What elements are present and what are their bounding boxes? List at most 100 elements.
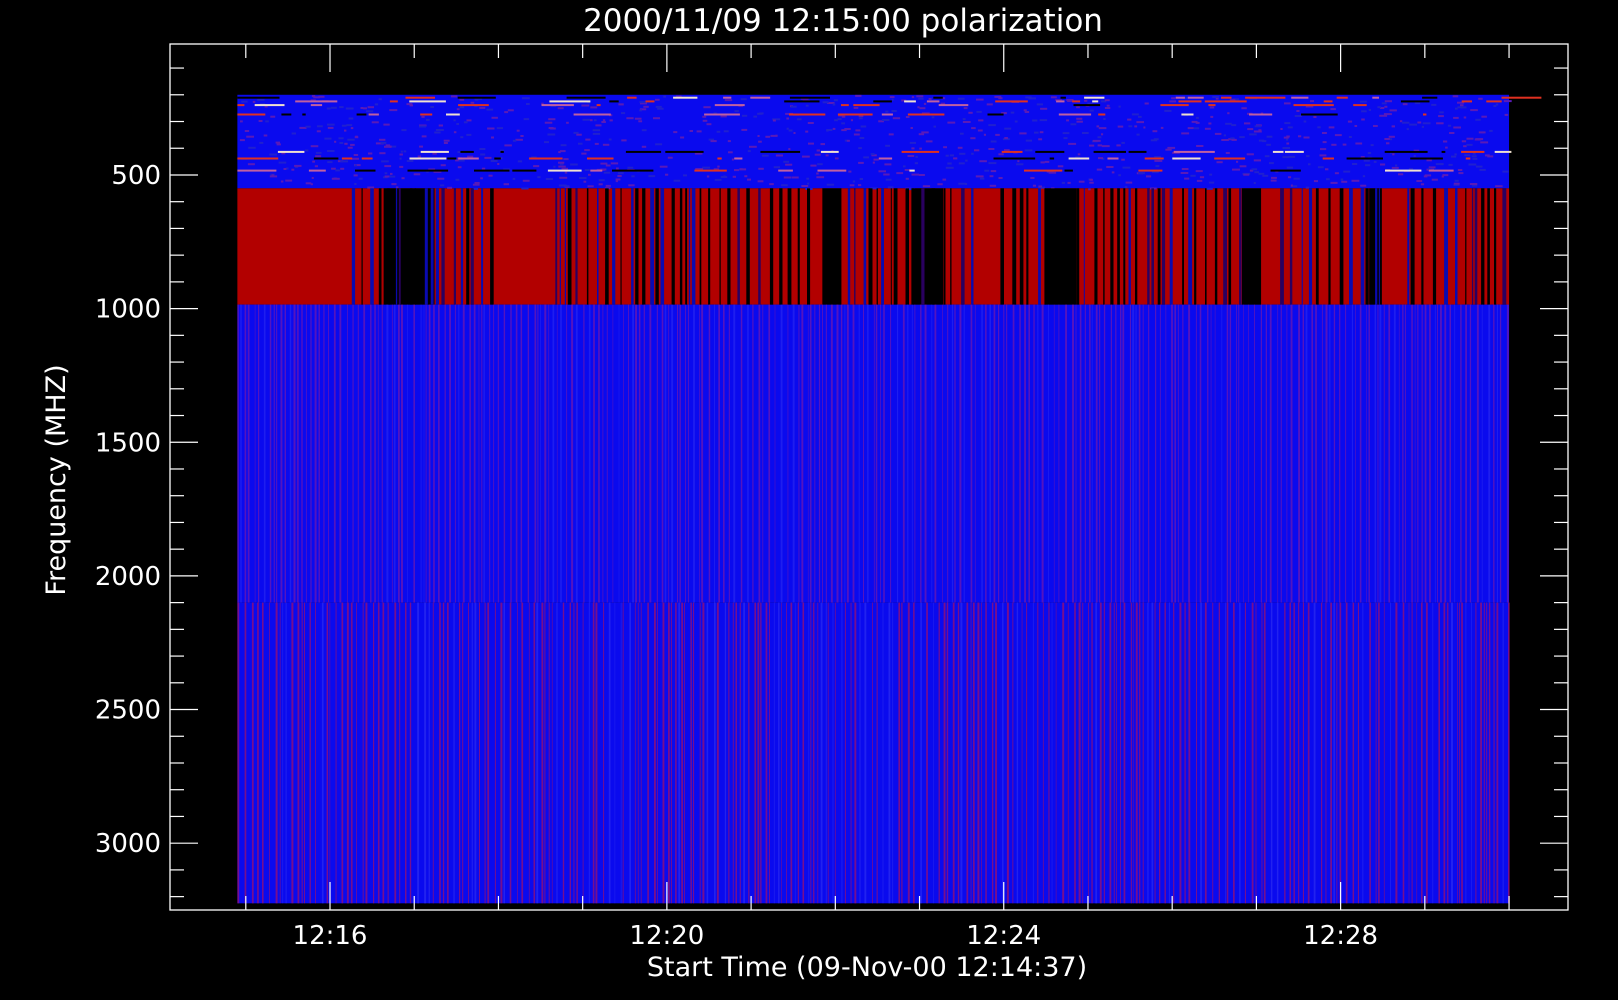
noise-speck: [327, 161, 333, 164]
noise-speck: [810, 164, 817, 167]
noise-streak: [420, 113, 433, 116]
noise-streak: [873, 100, 892, 103]
noise-speck: [1453, 116, 1459, 119]
striation: [957, 602, 960, 904]
noise-speck: [655, 143, 663, 146]
noise-speck: [793, 132, 796, 134]
striation: [907, 602, 910, 904]
striation: [1207, 304, 1209, 603]
noise-streak: [907, 113, 945, 116]
striation: [1006, 602, 1009, 904]
noise-streak: [933, 96, 943, 99]
noise-speck: [919, 107, 926, 110]
noise-streak: [474, 169, 510, 172]
noise-speck: [1392, 153, 1395, 156]
striation: [1116, 602, 1117, 904]
striation: [335, 602, 337, 904]
noise-speck: [1355, 142, 1363, 145]
striation: [556, 304, 558, 603]
striation: [1171, 304, 1173, 603]
noise-speck: [853, 133, 860, 136]
noise-speck: [526, 103, 530, 105]
striation: [1243, 304, 1244, 603]
noise-speck: [983, 133, 986, 136]
noise-speck: [758, 140, 762, 143]
noise-speck: [953, 157, 958, 160]
noise-speck: [566, 121, 569, 124]
noise-speck: [453, 119, 456, 122]
noise-speck: [1076, 117, 1083, 120]
striation: [647, 602, 649, 904]
noise-speck: [758, 167, 764, 170]
noise-speck: [1016, 163, 1024, 166]
noise-speck: [863, 156, 869, 159]
striation: [1226, 304, 1229, 603]
noise-speck: [1319, 154, 1327, 157]
striation: [898, 602, 900, 904]
striation: [473, 304, 476, 603]
striation: [377, 602, 380, 904]
striation: [1377, 304, 1379, 603]
striation: [1481, 304, 1483, 603]
noise-speck: [1436, 122, 1444, 125]
striation: [1499, 304, 1502, 603]
noise-streak: [494, 157, 501, 160]
stripe: [779, 188, 783, 305]
striation: [439, 602, 441, 904]
striation: [1142, 602, 1144, 904]
striation: [681, 602, 683, 904]
striation: [765, 602, 768, 904]
noise-speck: [1351, 179, 1360, 182]
noise-speck: [921, 131, 929, 134]
noise-speck: [1284, 102, 1291, 105]
noise-speck: [339, 142, 344, 144]
striation: [481, 304, 483, 603]
noise-speck: [435, 129, 444, 131]
striation: [840, 304, 843, 603]
striation: [1078, 602, 1081, 904]
striation: [1336, 602, 1338, 904]
noise-speck: [1435, 163, 1443, 166]
noise-speck: [631, 175, 635, 178]
striation: [459, 602, 461, 904]
striation: [1414, 304, 1416, 603]
noise-speck: [1127, 118, 1132, 121]
stripe: [1103, 188, 1105, 305]
noise-speck: [1101, 133, 1104, 136]
stripe: [905, 188, 909, 305]
striation: [552, 304, 555, 603]
striation: [618, 304, 620, 603]
noise-streak: [1172, 157, 1201, 160]
striation: [883, 304, 885, 603]
noise-speck: [248, 146, 256, 149]
striation: [714, 304, 715, 603]
striation: [802, 602, 805, 904]
noise-speck: [1111, 171, 1115, 174]
noise-speck: [1106, 166, 1114, 168]
noise-speck: [1317, 166, 1324, 169]
striation: [365, 602, 368, 904]
striation: [1402, 602, 1405, 904]
striation: [1284, 602, 1286, 904]
striation: [540, 304, 541, 603]
noise-speck: [1221, 139, 1229, 141]
striation: [813, 602, 815, 904]
striation: [484, 602, 486, 904]
striation: [1369, 602, 1371, 904]
noise-streak: [1024, 169, 1063, 172]
striation: [575, 304, 578, 603]
noise-speck: [1362, 175, 1366, 178]
noise-speck: [335, 169, 340, 172]
noise-streak: [1214, 157, 1246, 160]
striation: [291, 602, 294, 904]
striation: [1142, 304, 1144, 603]
striation: [1469, 304, 1472, 603]
noise-speck: [521, 187, 529, 190]
noise-speck: [621, 112, 626, 115]
noise-speck: [347, 146, 353, 149]
striation: [632, 304, 634, 603]
noise-speck: [1077, 153, 1081, 156]
striation: [1404, 304, 1406, 603]
noise-speck: [796, 118, 802, 121]
noise-speck: [706, 123, 712, 126]
